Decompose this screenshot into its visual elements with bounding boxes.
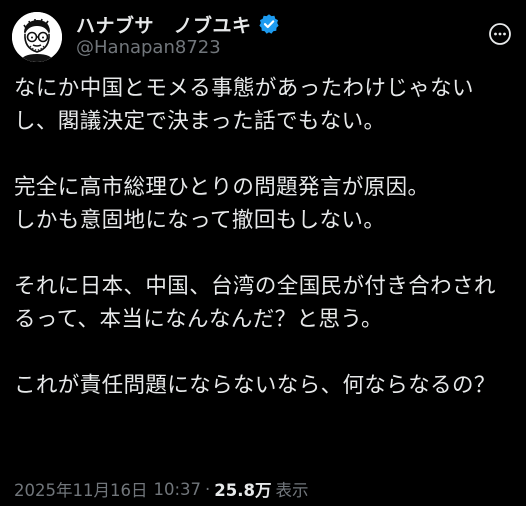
author-name-row[interactable]: ハナブサ ノブユキ [76, 11, 280, 38]
view-label: 表示 [275, 481, 309, 500]
post-time[interactable]: 10:37 [153, 480, 201, 499]
verified-badge-icon [258, 13, 280, 35]
more-options-button[interactable] [488, 22, 512, 46]
post-meta: 2025年11月16日 10:37 · 25.8万 表示 [14, 476, 309, 502]
avatar[interactable] [12, 12, 62, 62]
post-date[interactable]: 2025年11月16日 [14, 477, 147, 501]
more-options-icon [489, 23, 511, 45]
display-name[interactable]: ハナブサ ノブユキ [76, 11, 252, 38]
meta-separator: · [205, 479, 211, 499]
user-handle[interactable]: @Hanapan8723 [76, 37, 221, 58]
post: ハナブサ ノブユキ @Hanapan8723 なにか中国とモメる事態があったわけ… [0, 0, 526, 506]
post-text: なにか中国とモメる事態があったわけじゃないし、閣議決定で決まった話でもない。 完… [14, 76, 496, 398]
cartoon-face-avatar-icon [12, 12, 62, 62]
view-count[interactable]: 25.8万 [214, 477, 271, 501]
